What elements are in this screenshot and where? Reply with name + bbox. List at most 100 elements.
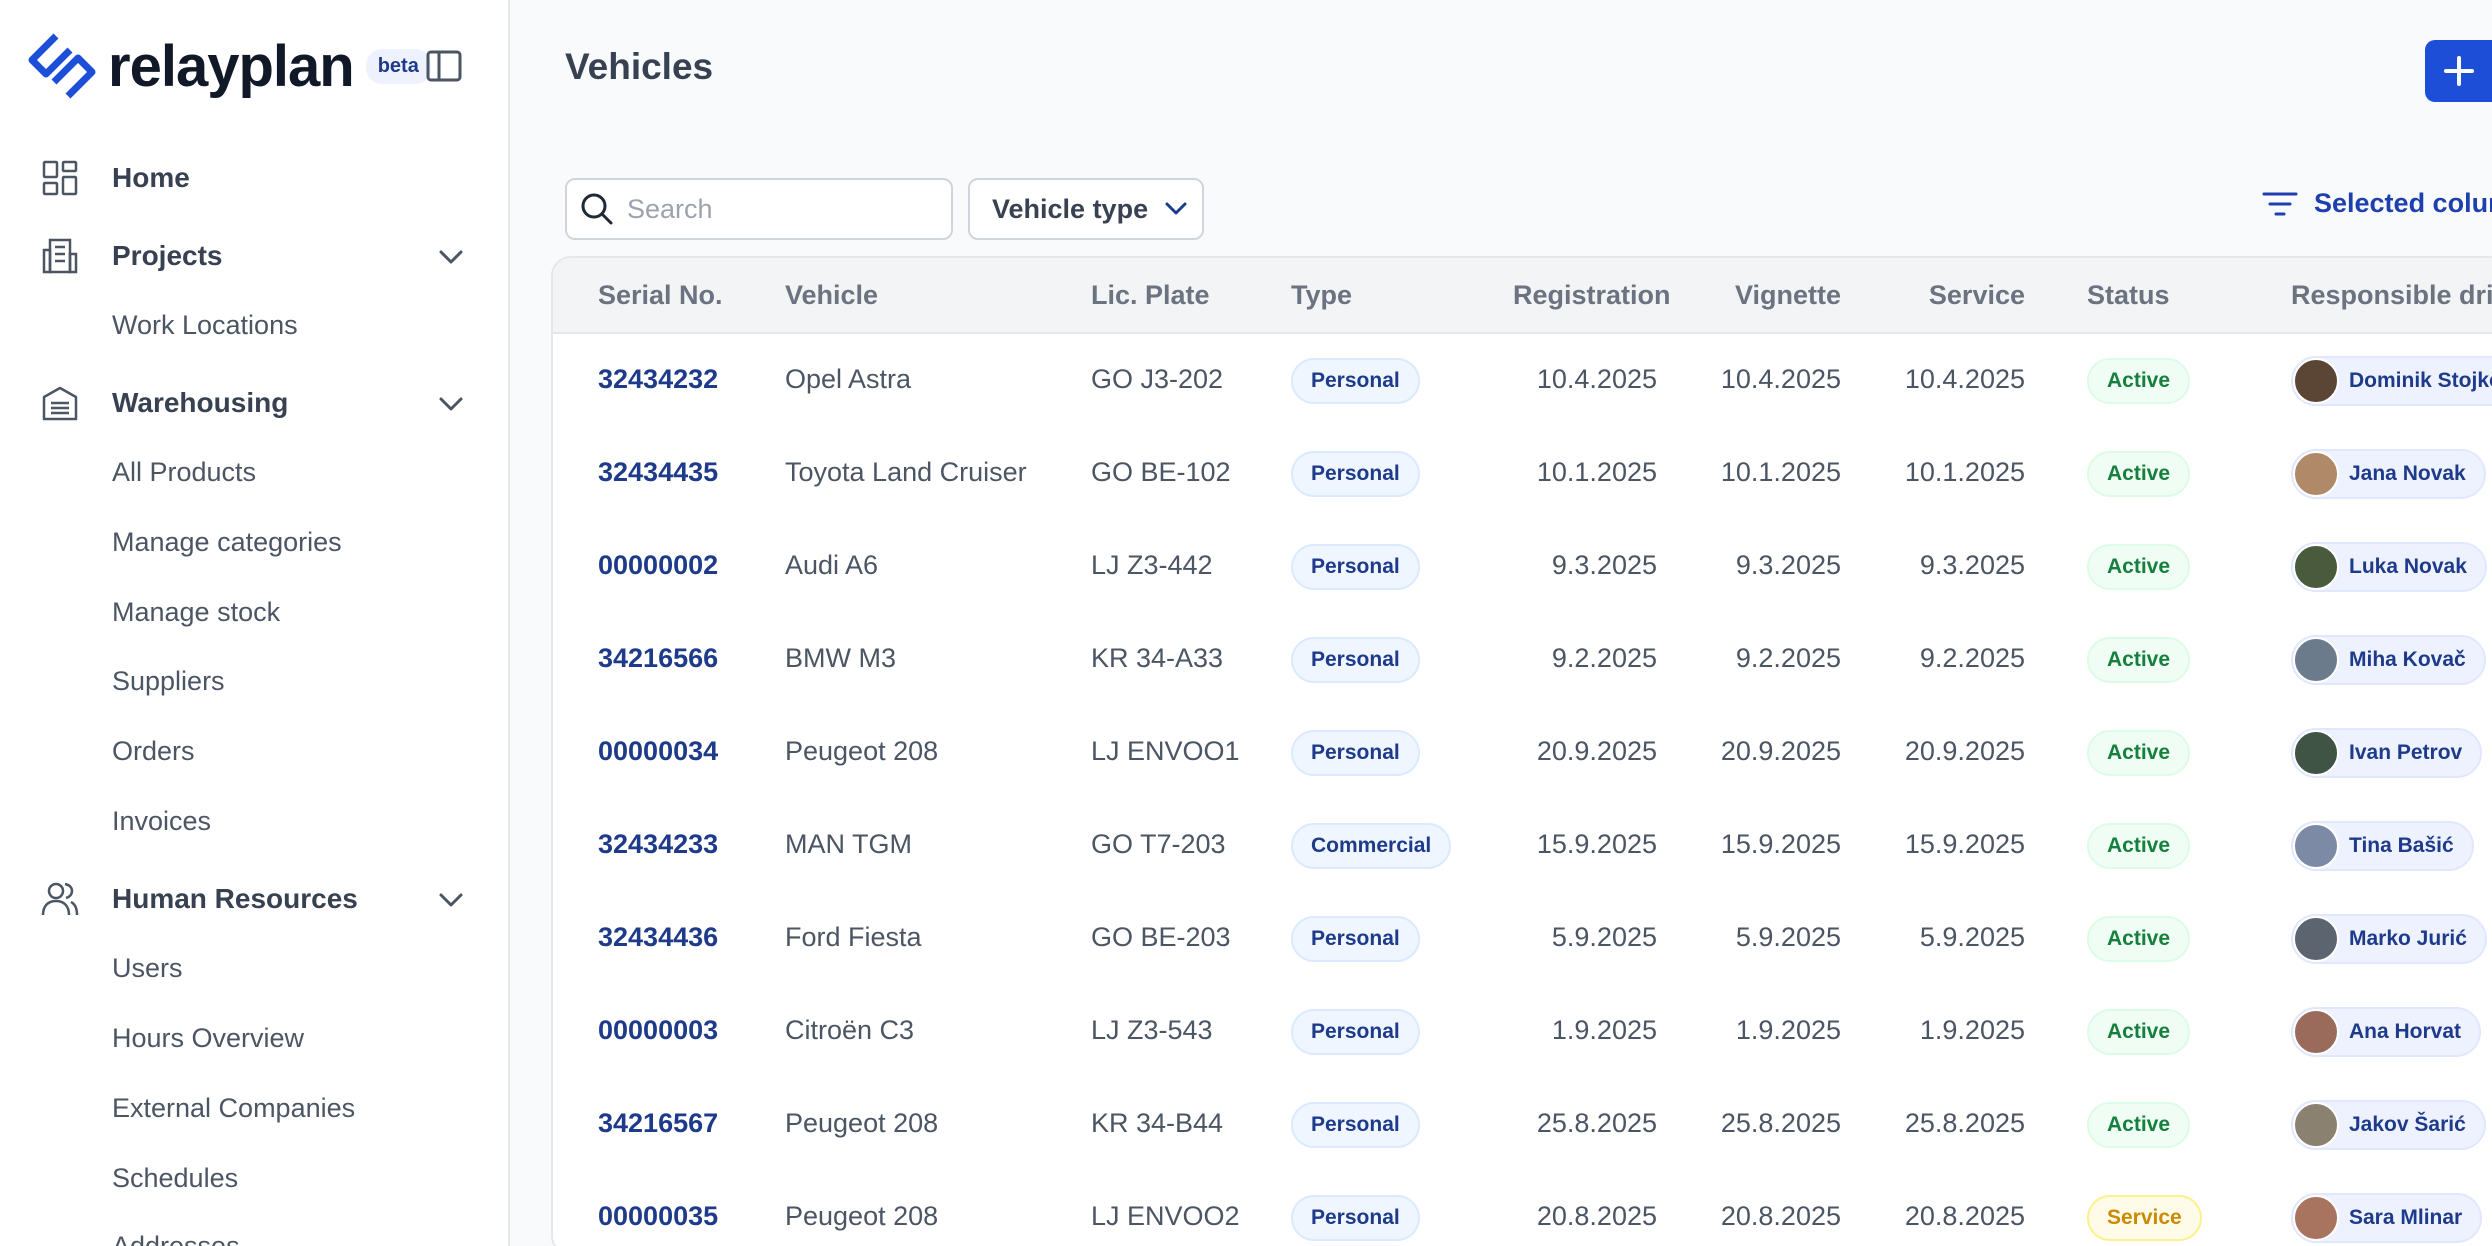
column-header-serial[interactable]: Serial No. <box>598 280 723 311</box>
search-icon <box>581 193 613 225</box>
avatar <box>2293 544 2339 590</box>
serial-number-link[interactable]: 34216566 <box>598 643 718 674</box>
service-date: 9.3.2025 <box>1919 550 2025 580</box>
driver-name: Ivan Petrov <box>2349 741 2463 764</box>
serial-number-link[interactable]: 32434436 <box>598 922 718 953</box>
column-header-status[interactable]: Status <box>2087 280 2170 311</box>
column-header-vignette[interactable]: Vignette <box>1693 280 1841 311</box>
driver-name: Dominik Stojkovič <box>2349 369 2492 392</box>
table-row[interactable]: 32434232 Opel Astra GO J3-202 Personal 10.4.… <box>553 334 2492 427</box>
table-row[interactable]: 34216566 BMW M3 KR 34-A33 Personal 9.2.2025 9… <box>553 613 2492 706</box>
table-row[interactable]: 00000003 Citroën C3 LJ Z3-543 Personal 1.9.2… <box>553 985 2492 1078</box>
vehicle-name: BMW M3 <box>785 643 896 673</box>
driver-chip[interactable]: Tina Bašić <box>2291 821 2474 871</box>
serial-number-link[interactable]: 34216567 <box>598 1108 718 1139</box>
nav-subitem-work-locations[interactable]: Work Locations <box>112 305 298 345</box>
nav-item-home[interactable]: Home <box>40 148 480 208</box>
service-date: 9.2.2025 <box>1919 643 2025 673</box>
type-badge: Personal <box>1291 1102 1420 1148</box>
chevron-down-icon[interactable] <box>436 389 466 419</box>
vignette-date: 9.3.2025 <box>1735 550 1841 580</box>
status-badge: Service <box>2087 1195 2202 1241</box>
service-date: 10.4.2025 <box>1904 364 2025 394</box>
column-header-type[interactable]: Type <box>1291 280 1352 311</box>
avatar <box>2293 730 2339 776</box>
nav-subitem-orders[interactable]: Orders <box>112 731 195 771</box>
nav-item-warehousing[interactable]: Warehousing <box>40 373 480 433</box>
driver-name: Marko Jurić <box>2349 927 2467 950</box>
filter-lines-icon <box>2262 192 2298 215</box>
driver-chip[interactable]: Luka Novak <box>2291 542 2487 592</box>
status-badge: Active <box>2087 1102 2191 1148</box>
license-plate: LJ ENVOO2 <box>1091 1201 1240 1231</box>
license-plate: GO J3-202 <box>1091 364 1224 394</box>
sidebar-toggle-icon[interactable] <box>424 46 464 86</box>
beta-badge: beta <box>365 48 431 84</box>
vehicle-name: Toyota Land Cruiser <box>785 457 1027 487</box>
table-row[interactable]: 32434233 MAN TGM GO T7-203 Commercial 15.9.2… <box>553 799 2492 892</box>
search-box <box>565 178 953 240</box>
nav-subitem-manage-categories[interactable]: Manage categories <box>112 522 342 562</box>
driver-chip[interactable]: Ivan Petrov <box>2291 728 2483 778</box>
chevron-down-icon[interactable] <box>436 885 466 915</box>
serial-number-link[interactable]: 00000034 <box>598 736 718 767</box>
serial-number-link[interactable]: 00000003 <box>598 1015 718 1046</box>
brand-logo[interactable]: relayplan beta <box>26 30 431 102</box>
column-header-driver[interactable]: Responsible driver <box>2291 280 2492 311</box>
add-vehicle-button[interactable] <box>2425 40 2492 102</box>
nav-subitem-users[interactable]: Users <box>112 948 183 988</box>
brand-name: relayplan <box>108 33 355 99</box>
type-badge: Personal <box>1291 544 1420 590</box>
driver-chip[interactable]: Jakov Šarić <box>2291 1100 2486 1150</box>
status-badge: Active <box>2087 451 2191 497</box>
registration-date: 1.9.2025 <box>1551 1015 1657 1045</box>
vehicle-type-filter[interactable]: Vehicle type <box>968 178 1204 240</box>
nav-subitem-schedules[interactable]: Schedules <box>112 1158 238 1198</box>
nav-subitem-manage-stock[interactable]: Manage stock <box>112 592 280 632</box>
serial-number-link[interactable]: 32434435 <box>598 457 718 488</box>
search-input[interactable] <box>627 193 927 225</box>
driver-chip[interactable]: Ana Horvat <box>2291 1007 2482 1057</box>
driver-chip[interactable]: Dominik Stojkovič <box>2291 356 2492 406</box>
table-row[interactable]: 34216567 Peugeot 208 KR 34-B44 Personal 25.8… <box>553 1078 2492 1171</box>
column-header-service[interactable]: Service <box>1873 280 2025 311</box>
service-date: 5.9.2025 <box>1919 922 2025 952</box>
table-row[interactable]: 32434435 Toyota Land Cruiser GO BE-102 Pers… <box>553 427 2492 520</box>
status-badge: Active <box>2087 823 2191 869</box>
filter-label: Vehicle type <box>992 193 1149 224</box>
nav-subitem-all-products[interactable]: All Products <box>112 452 256 492</box>
selected-columns-button[interactable]: Selected columns <box>2262 188 2492 219</box>
vehicle-name: Peugeot 208 <box>785 736 939 766</box>
vehicle-name: Peugeot 208 <box>785 1108 939 1138</box>
nav-subitem-hours-overview[interactable]: Hours Overview <box>112 1018 304 1058</box>
serial-number-link[interactable]: 00000035 <box>598 1201 718 1232</box>
nav-subitem-invoices[interactable]: Invoices <box>112 801 211 841</box>
serial-number-link[interactable]: 32434233 <box>598 829 718 860</box>
vignette-date: 10.4.2025 <box>1720 364 1841 394</box>
vignette-date: 15.9.2025 <box>1720 829 1841 859</box>
serial-number-link[interactable]: 00000002 <box>598 550 718 581</box>
driver-chip[interactable]: Marko Jurić <box>2291 914 2487 964</box>
driver-chip[interactable]: Jana Novak <box>2291 449 2486 499</box>
service-date: 10.1.2025 <box>1904 457 2025 487</box>
type-badge: Personal <box>1291 637 1420 683</box>
license-plate: LJ ENVOO1 <box>1091 736 1240 766</box>
table-row[interactable]: 00000035 Peugeot 208 LJ ENVOO2 Personal 20.8… <box>553 1171 2492 1246</box>
type-badge: Personal <box>1291 1009 1420 1055</box>
nav-item-projects[interactable]: Projects <box>40 226 480 286</box>
nav-subitem-suppliers[interactable]: Suppliers <box>112 661 225 701</box>
nav-subitem-addresses[interactable]: Addresses <box>112 1226 240 1246</box>
table-header: Serial No. Vehicle Lic. Plate Type Regis… <box>553 258 2492 334</box>
column-header-vehicle[interactable]: Vehicle <box>785 280 878 311</box>
table-row[interactable]: 00000034 Peugeot 208 LJ ENVOO1 Personal 20.9… <box>553 706 2492 799</box>
column-header-registration[interactable]: Registration <box>1513 280 1671 311</box>
nav-subitem-external-companies[interactable]: External Companies <box>112 1088 355 1128</box>
table-row[interactable]: 00000002 Audi A6 LJ Z3-442 Personal 9.3.2025… <box>553 520 2492 613</box>
column-header-plate[interactable]: Lic. Plate <box>1091 280 1210 311</box>
serial-number-link[interactable]: 32434232 <box>598 364 718 395</box>
driver-chip[interactable]: Miha Kovač <box>2291 635 2486 685</box>
chevron-down-icon[interactable] <box>436 242 466 272</box>
nav-item-human-resources[interactable]: Human Resources <box>40 869 480 929</box>
driver-chip[interactable]: Sara Mlinar <box>2291 1193 2483 1243</box>
table-row[interactable]: 32434436 Ford Fiesta GO BE-203 Personal 5.9.… <box>553 892 2492 985</box>
